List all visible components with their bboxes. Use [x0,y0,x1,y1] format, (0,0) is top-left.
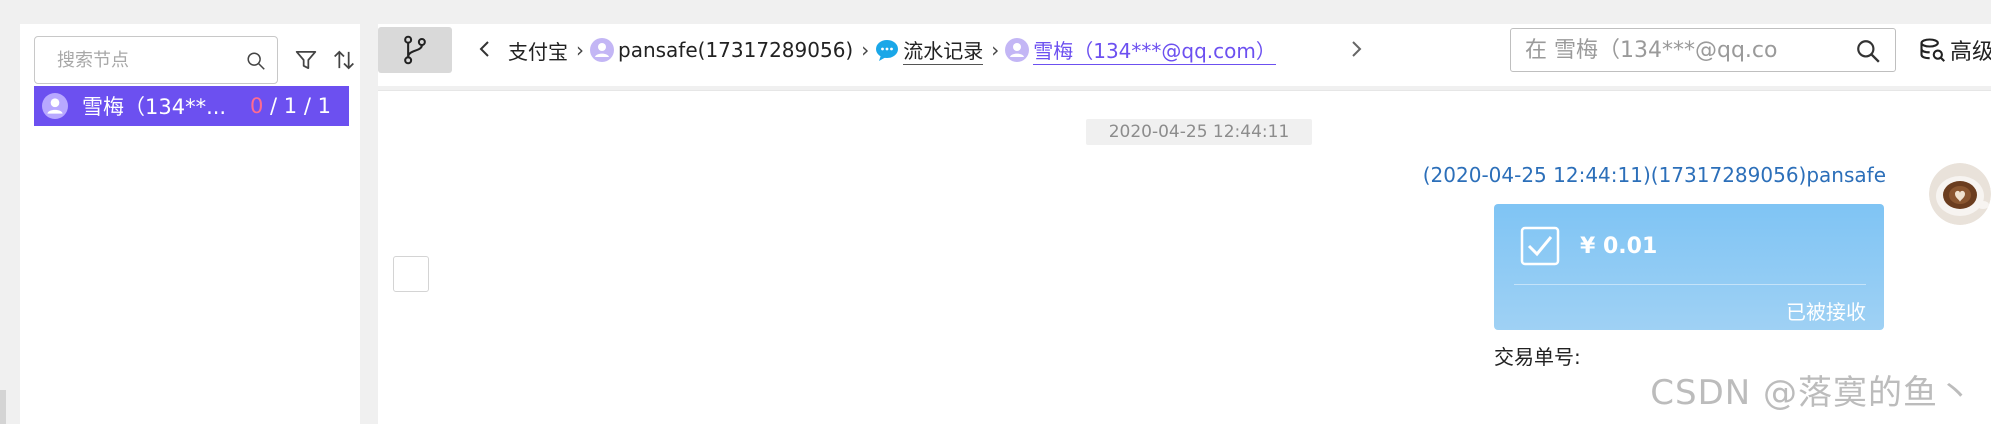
chevron-right-icon: › [991,38,1000,62]
message-header: (2020-04-25 12:44:11)(17317289056)pansaf… [1422,163,1886,187]
avatar[interactable] [1929,163,1991,225]
tree-item-count-zero: 0 [250,94,264,118]
transfer-status: 已被接收 [1786,300,1866,324]
breadcrumb-item-account[interactable]: pansafe(17317289056) › [590,38,875,62]
breadcrumb-label: pansafe(17317289056) [618,38,854,62]
breadcrumb-item-records[interactable]: 流水记录 › [875,35,1005,65]
filter-icon[interactable] [292,46,320,74]
app-window: 雪梅（134**... 0 / 1 / 1 支付宝 › [0,0,1991,424]
breadcrumb-item-alipay[interactable]: 支付宝 › [508,36,590,65]
content-search-box[interactable] [1510,28,1896,72]
chevron-right-icon: › [576,38,584,62]
breadcrumb: 支付宝 › pansafe(17317289056) › 流水记录 › 雪梅（1… [508,29,1276,71]
branch-button[interactable] [378,27,452,73]
tree-item-selected[interactable]: 雪梅（134**... 0 / 1 / 1 [34,86,349,126]
tree-search-box[interactable] [34,36,278,84]
tree-item-count: 0 / 1 / 1 [250,94,331,118]
main-toolbar: 支付宝 › pansafe(17317289056) › 流水记录 › 雪梅（1… [378,24,1991,86]
transaction-number-label: 交易单号: [1494,345,1581,369]
time-divider: 2020-04-25 12:44:11 [1086,119,1312,145]
breadcrumb-item-contact[interactable]: 雪梅（134***@qq.com） [1005,35,1276,65]
transfer-card[interactable]: ¥ 0.01 已被接收 [1494,204,1884,330]
chevron-right-icon: › [861,38,870,62]
transfer-amount: ¥ 0.01 [1580,234,1658,259]
tree-search-input[interactable] [35,37,231,83]
content-search-input[interactable] [1511,29,1831,71]
chat-bubble-icon [876,40,899,61]
watermark: CSDN @落寞的鱼丶 [1650,373,1973,413]
coffee-cup-avatar-icon [1929,163,1991,225]
left-edge-strip [0,390,6,424]
tree-item-label: 雪梅（134**... [82,95,227,119]
breadcrumb-label: 支付宝 [508,39,568,64]
user-icon [1005,38,1030,62]
tree-item-count-rest: / 1 / 1 [263,94,331,118]
chevron-left-icon[interactable] [473,36,497,62]
card-divider [1514,284,1866,285]
chevron-right-icon[interactable] [1344,36,1368,62]
database-search-icon [1920,38,1945,62]
tree-panel: 雪梅（134**... 0 / 1 / 1 [20,24,360,424]
search-icon[interactable] [1855,38,1881,64]
checkbox-checked-icon [1520,226,1560,266]
advanced-search-label: 高级 [1950,40,1991,65]
message-list: 2020-04-25 12:44:11 (2020-04-25 12:44:11… [378,90,1991,424]
user-icon [590,38,614,62]
breadcrumb-label: 雪梅（134***@qq.com） [1033,35,1276,65]
message-select-checkbox[interactable] [393,256,429,292]
sort-icon[interactable] [330,46,358,74]
search-icon[interactable] [245,50,267,72]
advanced-search-button[interactable]: 高级 [1918,32,1991,68]
breadcrumb-label: 流水记录 [903,35,984,65]
branch-icon [404,35,426,65]
user-icon [42,93,68,119]
